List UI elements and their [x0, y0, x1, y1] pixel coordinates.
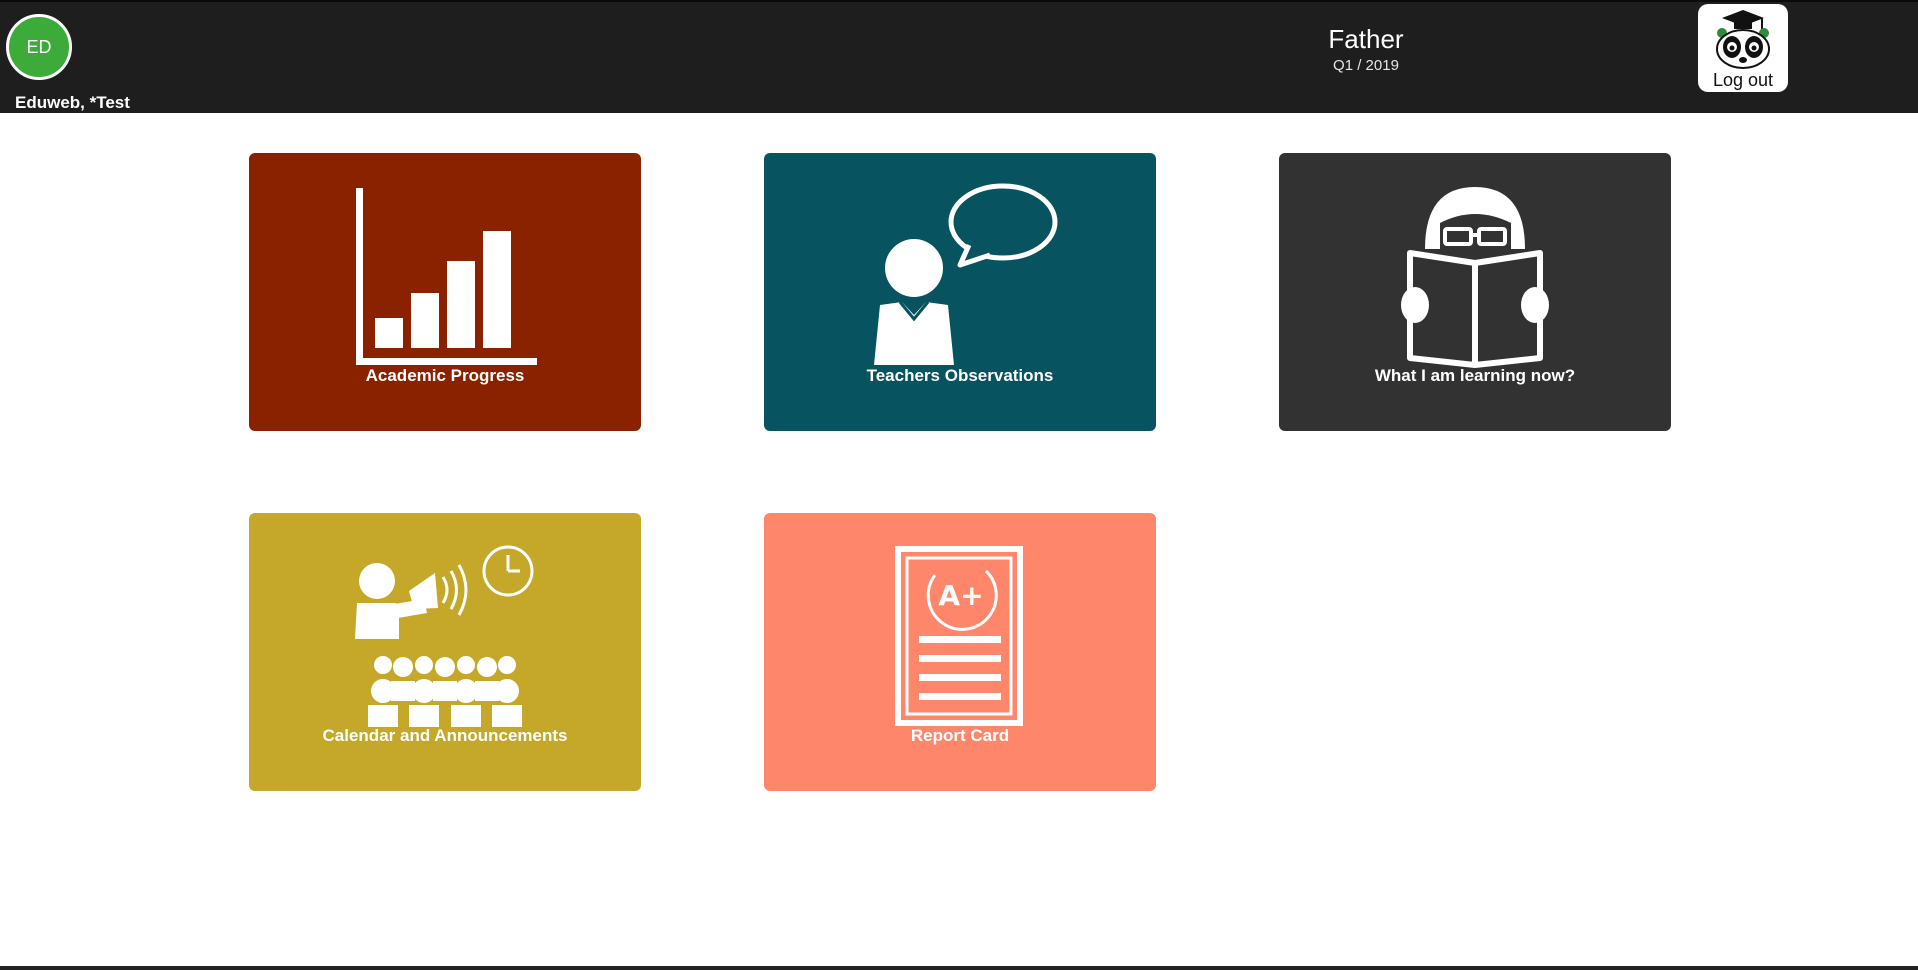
tile-label: Academic Progress — [365, 366, 525, 385]
tile-label: Report Card — [910, 726, 1010, 745]
tile-report-card[interactable]: A+ Report Card — [764, 513, 1156, 791]
announcement-crowd-icon — [355, 545, 534, 727]
bar-chart-icon — [356, 188, 537, 365]
top-bar: ED Eduweb, *Test Father Q1 / 2019 Log ou… — [0, 0, 1918, 113]
report-card-icon: A+ — [895, 546, 1023, 726]
svg-text:A+: A+ — [938, 579, 983, 612]
teacher-speech-icon — [874, 183, 1058, 365]
user-name: Eduweb, *Test — [15, 93, 130, 112]
logout-button[interactable]: Log out — [1698, 4, 1788, 92]
footer-divider — [0, 966, 1918, 970]
panda-graduate-icon — [1716, 10, 1770, 69]
tile-learning-now[interactable]: What I am learning now? — [1279, 153, 1671, 431]
logout-label: Log out — [1712, 70, 1774, 90]
role-title: Father — [1328, 24, 1404, 54]
tile-academic-progress[interactable]: Academic Progress — [249, 153, 641, 431]
tile-teachers-observations[interactable]: Teachers Observations — [764, 153, 1156, 431]
avatar[interactable]: ED — [6, 14, 72, 80]
tile-calendar-announcements[interactable]: Calendar and Announcements — [249, 513, 641, 791]
tile-label: Calendar and Announcements — [322, 726, 568, 745]
period-label: Q1 / 2019 — [1333, 57, 1399, 74]
tile-label: What I am learning now? — [1374, 366, 1576, 385]
reading-student-icon — [1401, 187, 1549, 368]
tile-label: Teachers Observations — [866, 366, 1054, 385]
